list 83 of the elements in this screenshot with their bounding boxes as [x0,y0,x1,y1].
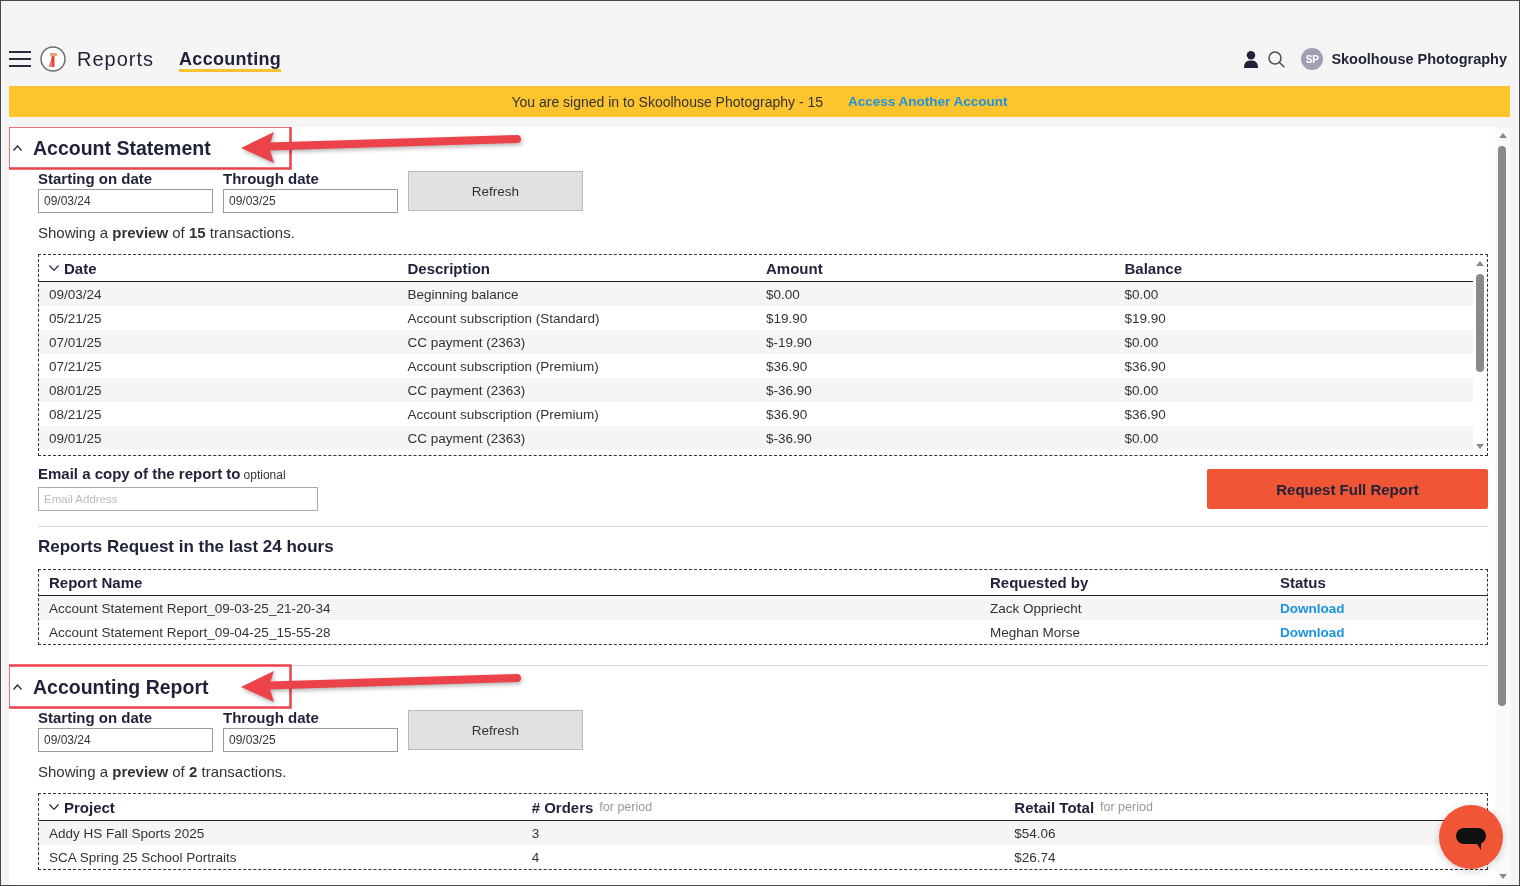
table-cell: $0.00 [766,286,800,302]
table-cell: $-36.90 [766,382,812,398]
optional-hint: optional [243,467,286,483]
table-cell: $36.90 [766,358,808,374]
subsection-title: Reports Request in the last 24 hours [38,538,334,556]
table-cell: $19.90 [766,310,808,326]
table-cell: $0.00 [1124,334,1159,350]
field-label: Starting on date [38,710,153,726]
table-cell: Account subscription (Standard) [407,310,600,326]
refresh-button[interactable]: Refresh [408,710,583,750]
table-cell: Zack Oppriecht [990,600,1082,616]
table-cell: 4 [531,849,540,865]
table-cell: Account Statement Report_09-03-25_21-20-34 [49,600,331,616]
table-cell: 07/21/25 [49,358,102,374]
date-field[interactable]: 09/03/25 [223,728,398,752]
table-cell: Addy HS Fall Sports 2025 [49,825,205,841]
section-title: Accounting Report [33,675,209,699]
column-header[interactable]: Amount [766,259,823,277]
table-cell: 09/01/25 [49,430,102,446]
column-note: for period [599,800,653,814]
table-cell: 3 [531,825,540,841]
column-header[interactable]: Requested by [990,574,1089,591]
table-cell: Account subscription (Premium) [407,406,599,422]
table-cell: Meghan Morse [990,624,1081,640]
table-cell: 07/01/25 [49,334,102,350]
table-cell: $-19.90 [766,334,812,350]
column-header[interactable]: Description [407,259,490,277]
table-cell: 08/01/25 [49,382,102,398]
chevron-down-icon[interactable] [49,265,59,271]
column-header[interactable]: Project [64,798,115,816]
chevron-down-icon[interactable] [49,804,59,810]
section-title: Account Statement [33,136,211,160]
column-header[interactable]: Status [1280,574,1326,591]
table-cell: $19.90 [1124,310,1166,326]
summary-text: Showing a preview of 2 transactions. [38,764,287,780]
date-field[interactable]: 09/03/25 [223,189,398,213]
logo[interactable] [40,46,66,72]
page-scrollbar[interactable] [1495,127,1510,885]
table-cell: $0.00 [1124,430,1159,446]
menu-icon[interactable] [9,51,31,67]
chat-icon [1456,828,1486,850]
table-cell: CC payment (2363) [407,334,526,350]
field-label: Through date [223,171,319,187]
column-header[interactable]: Date [64,259,97,277]
table-cell: SCA Spring 25 School Portraits [49,849,237,865]
page-title: Reports [77,47,155,71]
table-cell: $36.90 [1124,358,1166,374]
date-field[interactable]: 09/03/24 [38,728,213,752]
table-cell: CC payment (2363) [407,382,526,398]
column-header[interactable]: Balance [1124,259,1183,277]
email-field[interactable]: Email Address [38,487,318,511]
field-label: Starting on date [38,171,153,187]
column-note: for period [1100,800,1153,814]
account-name[interactable]: Skoolhouse Photography [1331,51,1507,67]
chevron-up-icon[interactable] [13,684,22,690]
table-cell: Account Statement Report_09-04-25_15-55-28 [49,624,331,640]
refresh-button[interactable]: Refresh [408,171,583,211]
table-cell: 08/21/25 [49,406,102,422]
user-icon[interactable] [1244,50,1259,68]
table-cell: 05/21/25 [49,310,102,326]
table-cell: $36.90 [1124,406,1166,422]
table-cell: $54.06 [1014,825,1056,841]
column-header[interactable]: # Orders [531,798,594,816]
search-icon[interactable] [1268,50,1286,68]
field-label: Through date [223,710,319,726]
table-cell: $-36.90 [766,430,812,446]
date-field[interactable]: 09/03/24 [38,189,213,213]
field-label: Email a copy of the report to [38,466,241,482]
summary-text: Showing a preview of 15 transactions. [38,225,295,241]
table-cell: Beginning balance [407,286,519,302]
column-header[interactable]: Retail Total [1014,798,1095,816]
nav-tab[interactable]: Accounting [179,50,282,72]
column-header[interactable]: Report Name [49,574,143,591]
table-cell: $0.00 [1124,382,1159,398]
request-report-button[interactable]: Request Full Report [1207,469,1488,509]
table-cell: CC payment (2363) [407,430,526,446]
banner-message: You are signed in to Skoolhouse Photography - 15 [511,93,824,110]
table-cell: 09/03/24 [49,286,102,302]
table-cell: $26.74 [1014,849,1056,865]
table-cell: $36.90 [766,406,808,422]
table-cell: Account subscription (Premium) [407,358,599,374]
table-cell: $0.00 [1124,286,1159,302]
chevron-up-icon[interactable] [13,145,22,151]
